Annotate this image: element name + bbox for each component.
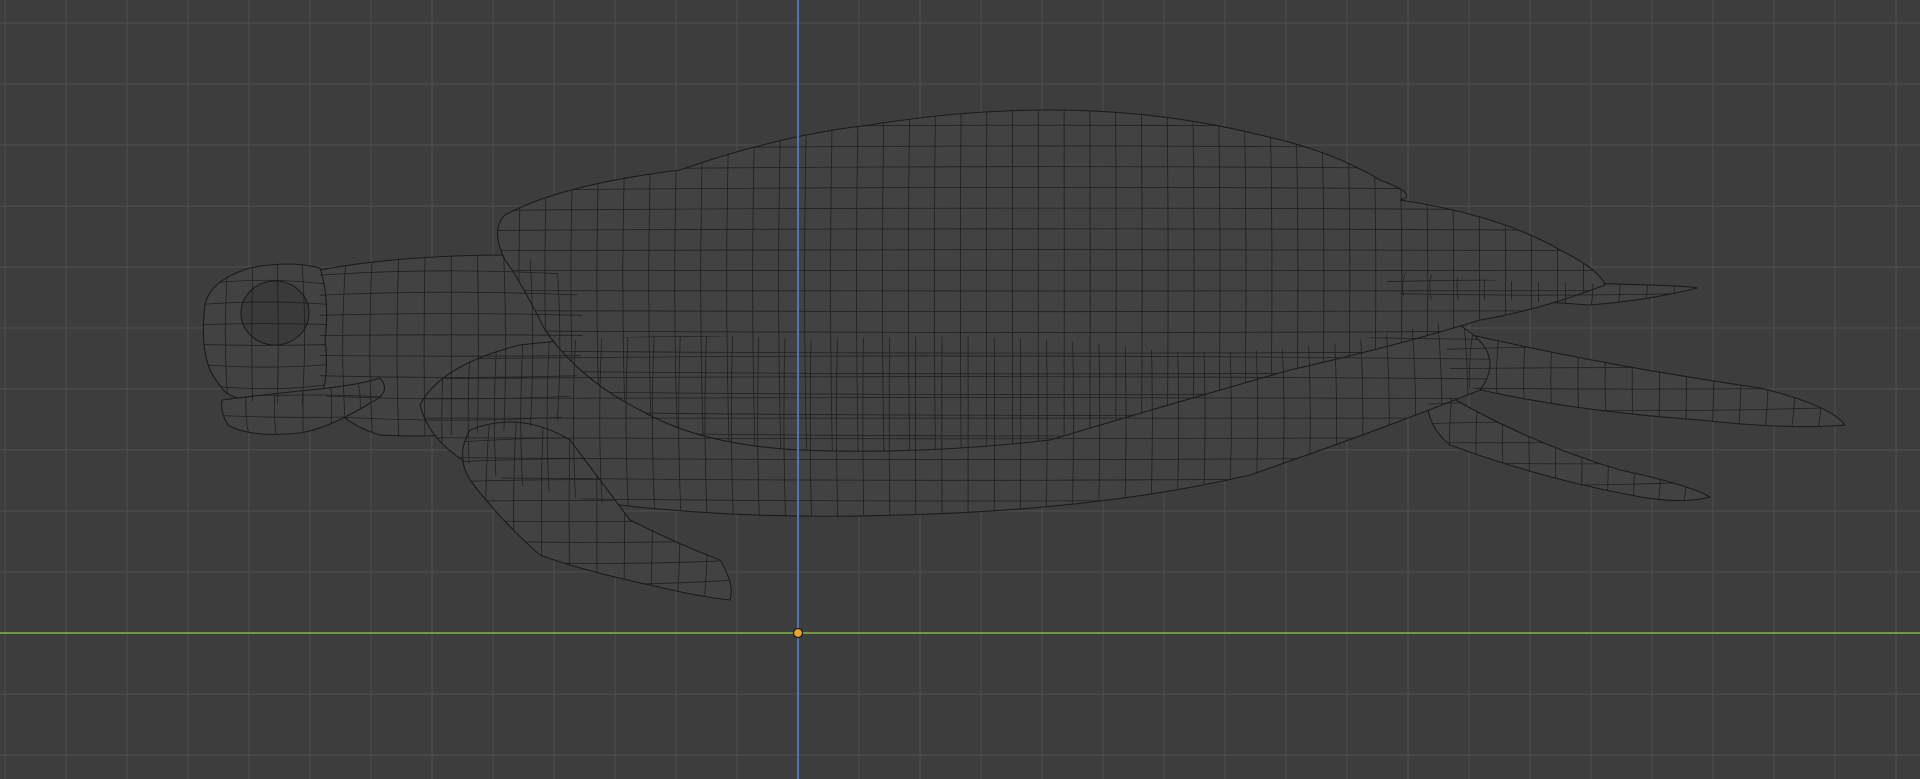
mesh-edge xyxy=(221,433,385,435)
mesh-edge xyxy=(497,110,1605,111)
3d-viewport[interactable] xyxy=(0,0,1920,779)
origin-point-icon[interactable] xyxy=(792,627,804,639)
mesh-edge xyxy=(1696,270,1697,305)
mesh-edge xyxy=(1446,330,1845,331)
mesh-edge xyxy=(1446,367,1845,370)
mesh-edge xyxy=(1427,500,1710,501)
mesh-edge xyxy=(203,264,327,265)
viewport-canvas[interactable] xyxy=(0,0,1920,779)
tail-fin[interactable] xyxy=(1446,329,1846,428)
mesh-edge xyxy=(203,264,204,405)
turtle-wireframe-mesh[interactable] xyxy=(202,109,1846,601)
mesh-edge xyxy=(1844,330,1845,427)
turtle-eye xyxy=(240,280,310,346)
mesh-edge xyxy=(462,599,732,600)
